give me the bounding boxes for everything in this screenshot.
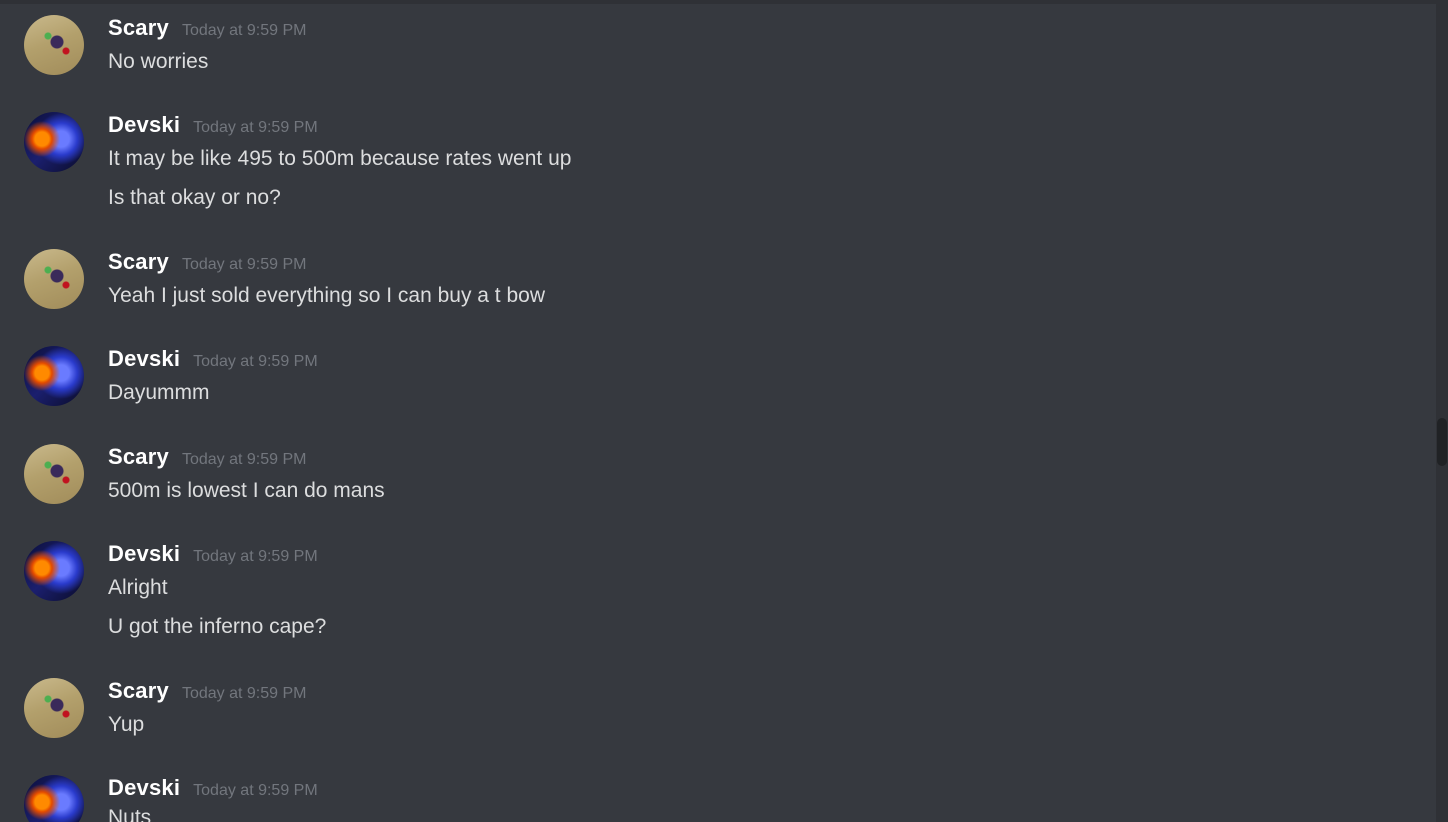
message-group: Scary Today at 9:59 PM Yeah I just sold … [0, 249, 1420, 319]
user-avatar[interactable] [24, 112, 84, 172]
message-text: No worries [108, 50, 209, 73]
message-header: Devski Today at 9:59 PM [108, 346, 318, 374]
user-avatar[interactable] [24, 346, 84, 406]
message-group: Scary Today at 9:59 PM No worries [0, 15, 1420, 85]
username[interactable]: Devski [108, 775, 180, 801]
message-text: Yup [108, 713, 145, 736]
timestamp: Today at 9:59 PM [193, 548, 318, 565]
message-header: Scary Today at 9:59 PM [108, 678, 306, 706]
user-avatar[interactable] [24, 775, 84, 822]
message-text: Alright [108, 576, 168, 599]
username[interactable]: Scary [108, 15, 169, 41]
username[interactable]: Devski [108, 541, 180, 567]
timestamp: Today at 9:59 PM [193, 353, 318, 370]
scrollbar-track[interactable] [1436, 0, 1448, 822]
message-text: It may be like 495 to 500m because rates… [108, 147, 572, 170]
message-text: Dayummm [108, 381, 210, 404]
timestamp: Today at 9:59 PM [181, 256, 307, 273]
message-group: Devski Today at 9:59 PM Nuts [0, 775, 1420, 822]
user-avatar[interactable] [24, 249, 84, 309]
message-header: Scary Today at 9:59 PM [108, 444, 306, 472]
message-text: Nuts [108, 806, 152, 822]
message-group: Scary Today at 9:59 PM Yup [0, 678, 1420, 748]
username[interactable]: Scary [108, 678, 169, 704]
message-header: Devski Today at 9:59 PM [108, 775, 318, 803]
message-group: Devski Today at 9:59 PM Alright U got th… [0, 541, 1420, 651]
user-avatar[interactable] [24, 15, 84, 75]
message-group: Devski Today at 9:59 PM Dayummm [0, 346, 1420, 416]
username[interactable]: Devski [108, 346, 180, 372]
username[interactable]: Scary [108, 444, 169, 470]
timestamp: Today at 9:59 PM [193, 119, 318, 136]
message-text: U got the inferno cape? [108, 615, 327, 638]
message-text: 500m is lowest I can do mans [108, 479, 385, 502]
user-avatar[interactable] [24, 541, 84, 601]
timestamp: Today at 9:59 PM [193, 782, 318, 799]
message-group: Devski Today at 9:59 PM It may be like 4… [0, 112, 1420, 222]
user-avatar[interactable] [24, 678, 84, 738]
message-header: Devski Today at 9:59 PM [108, 541, 318, 569]
timestamp: Today at 9:59 PM [181, 685, 307, 702]
timestamp: Today at 9:59 PM [181, 22, 307, 39]
scrollbar-thumb[interactable] [1437, 418, 1447, 466]
message-text: Is that okay or no? [108, 186, 281, 209]
message-header: Scary Today at 9:59 PM [108, 249, 306, 277]
username[interactable]: Scary [108, 249, 169, 275]
message-list[interactable]: Scary Today at 9:59 PM No worries Devski… [0, 0, 1436, 822]
message-header: Scary Today at 9:59 PM [108, 15, 306, 43]
username[interactable]: Devski [108, 112, 180, 138]
timestamp: Today at 9:59 PM [181, 451, 307, 468]
user-avatar[interactable] [24, 444, 84, 504]
message-group: Scary Today at 9:59 PM 500m is lowest I … [0, 444, 1420, 514]
message-header: Devski Today at 9:59 PM [108, 112, 318, 140]
message-text: Yeah I just sold everything so I can buy… [108, 284, 545, 307]
